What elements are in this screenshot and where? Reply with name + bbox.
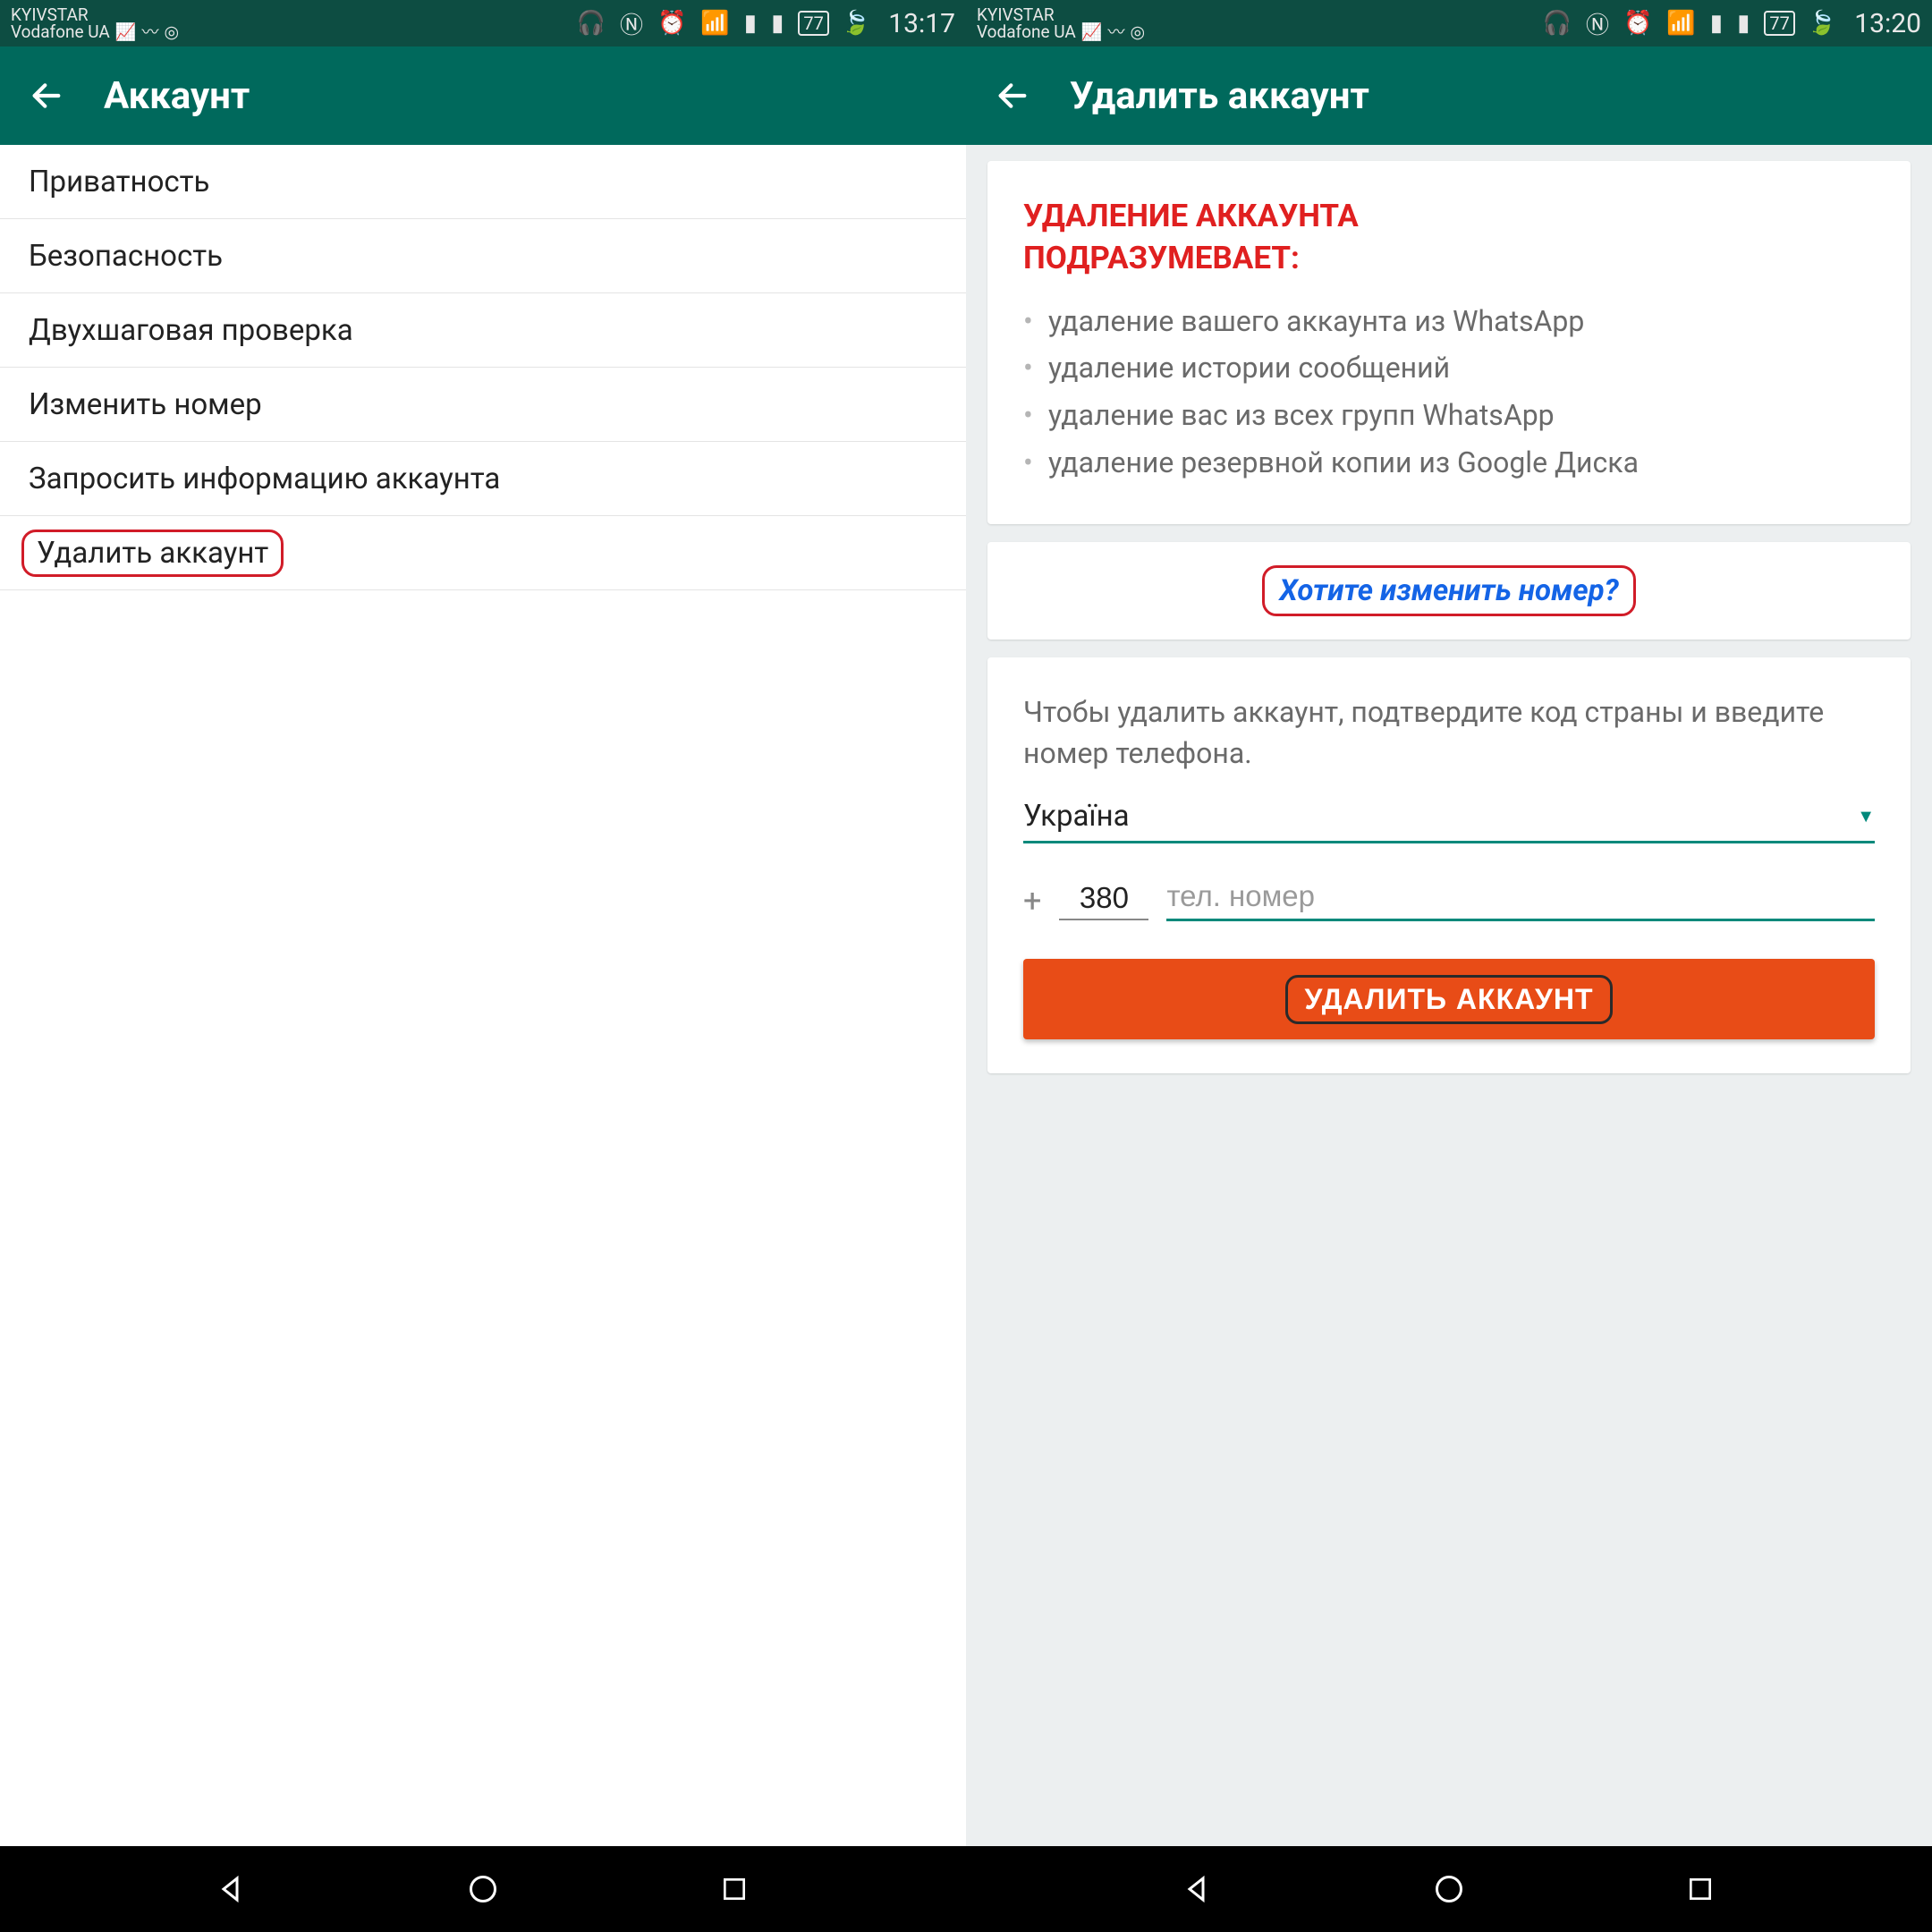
battery-indicator: 77 [798,11,828,36]
list-item-security[interactable]: Безопасность [0,219,966,293]
status-bar: KYIVSTAR Vodafone UA 📈 〰 ◎ 🎧 Ⓝ ⏰ 📶 ▮ ▮ 7… [966,0,1932,47]
bullet-item: удаление истории сообщений [1023,348,1875,388]
warning-bullet-list: удаление вашего аккаунта из WhatsApp уда… [1023,301,1875,483]
phone-number-input[interactable] [1166,879,1875,921]
carrier-2: Vodafone UA [11,23,110,40]
change-number-link[interactable]: Хотите изменить номер? [1279,573,1618,608]
list-item-change-number[interactable]: Изменить номер [0,368,966,442]
headset-icon: 🎧 [1543,10,1573,37]
wave-icon: 〰 [141,23,158,40]
android-nav-bar [0,1846,966,1932]
signal-icon: ▮ [1737,10,1751,37]
warning-title: УДАЛЕНИЕ АККАУНТА ПОДРАЗУМЕВАЕТ: [1023,195,1875,280]
signal-icon: ▮ [771,10,785,37]
clock: 13:17 [888,8,955,39]
chrome-icon: ◎ [1130,23,1145,40]
bullet-item: удаление вас из всех групп WhatsApp [1023,395,1875,436]
leaf-icon: 🍃 [842,10,872,37]
dropdown-triangle-icon: ▼ [1857,805,1875,827]
bullet-item: удаление резервной копии из Google Диска [1023,443,1875,483]
delete-button-highlight: УДАЛИТЬ АККАУНТ [1285,975,1612,1024]
card-deletion-warning: УДАЛЕНИЕ АККАУНТА ПОДРАЗУМЕВАЕТ: удалени… [987,161,1911,524]
app-bar: Удалить аккаунт [966,47,1932,145]
nav-home-icon[interactable] [463,1869,503,1909]
phone-left-account-settings: KYIVSTAR Vodafone UA 📈 〰 ◎ 🎧 Ⓝ ⏰ 📶 ▮ ▮ 7… [0,0,966,1932]
change-number-highlight: Хотите изменить номер? [1262,565,1635,616]
delete-account-highlight: Удалить аккаунт [21,530,284,577]
bullet-item: удаление вашего аккаунта из WhatsApp [1023,301,1875,342]
card-change-number: Хотите изменить номер? [987,542,1911,640]
list-item-delete-account[interactable]: Удалить аккаунт [0,516,966,590]
nav-recents-icon[interactable] [1681,1869,1720,1909]
status-bar: KYIVSTAR Vodafone UA 📈 〰 ◎ 🎧 Ⓝ ⏰ 📶 ▮ ▮ 7… [0,0,966,47]
back-arrow-icon[interactable] [27,76,66,115]
signal-icon: ▮ [744,10,758,37]
card-confirm-delete: Чтобы удалить аккаунт, подтвердите код с… [987,657,1911,1074]
nav-back-icon[interactable] [212,1869,251,1909]
nfc-icon: Ⓝ [1586,7,1611,40]
nav-home-icon[interactable] [1429,1869,1469,1909]
delete-account-button[interactable]: УДАЛИТЬ АККАУНТ [1023,959,1875,1039]
plus-sign: + [1023,882,1041,919]
country-select[interactable]: Україна ▼ [1023,799,1875,843]
list-item-request-info[interactable]: Запросить информацию аккаунта [0,442,966,516]
wifi-icon: 📶 [1666,10,1697,37]
country-name: Україна [1023,799,1130,834]
page-title: Удалить аккаунт [1070,74,1369,118]
activity-icon: 📈 [115,23,137,40]
nav-back-icon[interactable] [1178,1869,1217,1909]
signal-icon: ▮ [1710,10,1724,37]
wifi-icon: 📶 [700,10,731,37]
nfc-icon: Ⓝ [620,7,645,40]
headset-icon: 🎧 [577,10,607,37]
country-code-input[interactable] [1059,881,1148,920]
leaf-icon: 🍃 [1808,10,1838,37]
clock: 13:20 [1854,8,1921,39]
back-arrow-icon[interactable] [993,76,1032,115]
activity-icon: 📈 [1081,23,1103,40]
alarm-icon: ⏰ [1623,10,1654,37]
app-bar: Аккаунт [0,47,966,145]
android-nav-bar [966,1846,1932,1932]
carrier-2: Vodafone UA [977,23,1076,40]
confirm-instructions: Чтобы удалить аккаунт, подтвердите код с… [1023,691,1875,775]
list-item-two-step[interactable]: Двухшаговая проверка [0,293,966,368]
phone-input-row: + [1023,879,1875,921]
page-title: Аккаунт [104,74,250,118]
wave-icon: 〰 [1107,23,1124,40]
phone-right-delete-account: KYIVSTAR Vodafone UA 📈 〰 ◎ 🎧 Ⓝ ⏰ 📶 ▮ ▮ 7… [966,0,1932,1932]
alarm-icon: ⏰ [657,10,688,37]
battery-indicator: 77 [1764,11,1794,36]
chrome-icon: ◎ [164,23,179,40]
nav-recents-icon[interactable] [715,1869,754,1909]
list-item-privacy[interactable]: Приватность [0,145,966,219]
